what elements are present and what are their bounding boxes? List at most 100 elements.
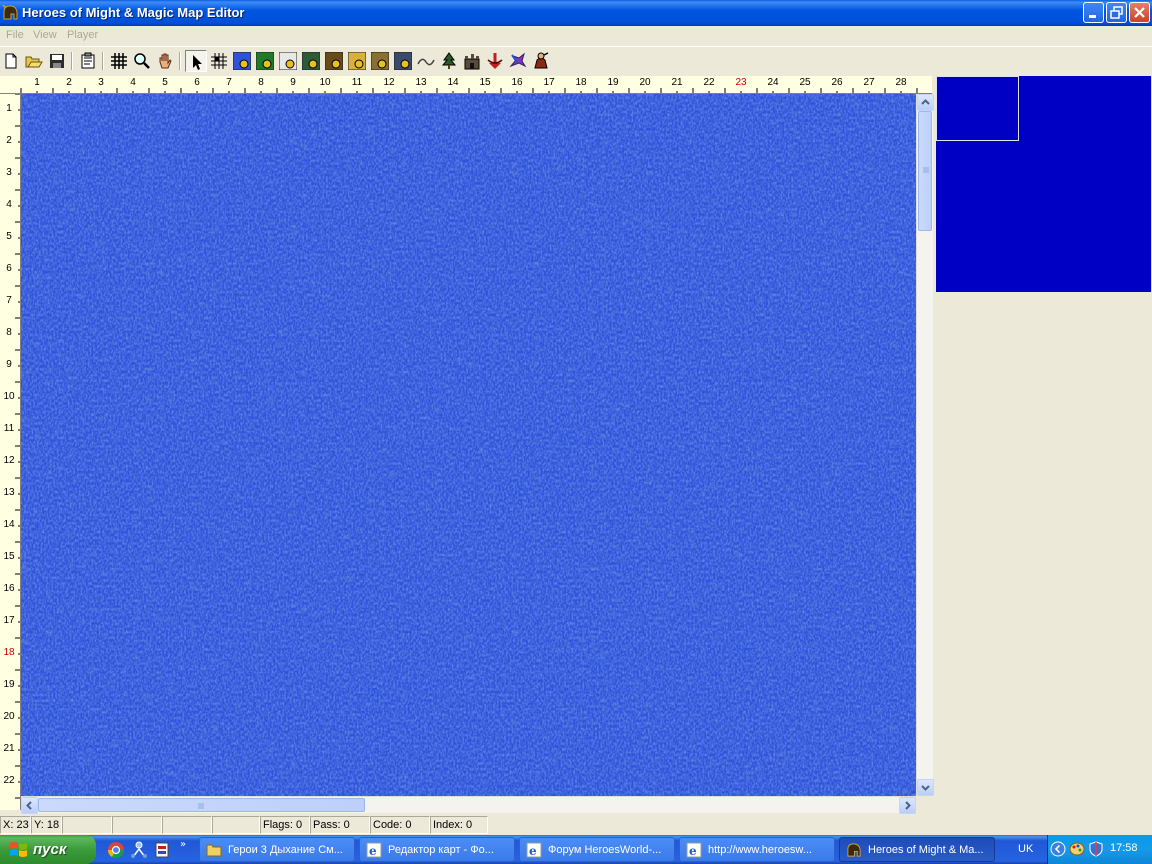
clock: 17:58 <box>1110 842 1138 854</box>
column-number: 9 <box>290 77 296 88</box>
folder-icon <box>206 844 222 857</box>
column-number: 12 <box>383 77 395 88</box>
chevron-right-icon <box>905 801 911 810</box>
column-number: 1 <box>34 77 40 88</box>
terrain-dirt-button[interactable] <box>323 50 345 72</box>
horizontal-scroll-thumb[interactable] <box>38 798 365 812</box>
menu-player[interactable]: Player <box>67 29 98 41</box>
row-ruler: 1 2 3 4 5 6 7 8 9 10 11 12 13 14 15 16 17 18 19 20 21 22 <box>0 94 21 810</box>
open-file-button[interactable] <box>23 50 45 72</box>
artifact-button[interactable] <box>484 50 506 72</box>
column-number: 20 <box>639 77 651 88</box>
vertical-scrollbar[interactable] <box>916 94 934 796</box>
grid-button[interactable] <box>108 50 130 72</box>
task-button-browser-2[interactable]: e Форум HeroesWorld-... <box>519 837 675 862</box>
quicklaunch-expand-icon[interactable]: » <box>180 839 186 850</box>
column-number: 3 <box>98 77 104 88</box>
status-pass: Pass: 0 <box>310 816 370 834</box>
passability-grid-button[interactable] <box>208 50 230 72</box>
dragon-icon <box>509 52 527 68</box>
row-number: 8 <box>6 327 12 338</box>
column-number: 25 <box>799 77 811 88</box>
column-number: 2 <box>66 77 72 88</box>
scroll-button[interactable] <box>154 50 176 72</box>
windows-logo-icon <box>10 842 27 857</box>
task-button-map-editor[interactable]: Heroes of Might & Ma... <box>839 837 995 862</box>
minimap-viewport[interactable] <box>936 76 1019 141</box>
helmet-icon <box>2 4 18 20</box>
chevron-down-icon <box>921 785 930 791</box>
close-button[interactable] <box>1129 2 1150 23</box>
minimap[interactable] <box>936 76 1151 292</box>
language-indicator[interactable]: UK <box>1018 843 1033 855</box>
column-number: 22 <box>703 77 715 88</box>
save-icon <box>50 54 64 68</box>
scroll-right-button[interactable] <box>899 797 916 814</box>
status-x: X: 23 <box>0 816 31 834</box>
start-button[interactable]: пуск <box>0 835 96 864</box>
magnifier-icon <box>134 53 150 69</box>
column-number: 15 <box>479 77 491 88</box>
row-number: 1 <box>6 103 12 114</box>
zoom-button[interactable] <box>131 50 153 72</box>
row-number: 4 <box>6 199 12 210</box>
restore-button[interactable] <box>1106 2 1127 23</box>
column-number: 26 <box>831 77 843 88</box>
window-title: Heroes of Might & Magic Map Editor <box>22 5 245 20</box>
row-number: 17 <box>3 615 15 626</box>
column-number: 27 <box>863 77 875 88</box>
castle-button[interactable] <box>461 50 483 72</box>
new-file-icon <box>5 53 17 69</box>
scroll-left-button[interactable] <box>21 797 38 814</box>
grid-icon <box>111 53 127 69</box>
row-number: 20 <box>3 711 15 722</box>
terrain-lava-button[interactable] <box>392 50 414 72</box>
minimize-button[interactable] <box>1083 2 1104 23</box>
svg-text:e: e <box>689 844 697 858</box>
menu-view[interactable]: View <box>33 29 57 41</box>
chevron-up-icon <box>921 99 930 105</box>
ie-icon: e <box>366 842 382 858</box>
properties-button[interactable] <box>77 50 99 72</box>
title-bar[interactable]: Heroes of Might & Magic Map Editor <box>0 0 1152 26</box>
new-file-button[interactable] <box>0 50 22 72</box>
terrain-swamp-button[interactable] <box>300 50 322 72</box>
status-empty <box>212 816 260 834</box>
scroll-up-button[interactable] <box>917 94 934 111</box>
install-icon[interactable] <box>153 841 171 859</box>
terrain-rough-button[interactable] <box>369 50 391 72</box>
task-button-browser-3[interactable]: e http://www.heroesw... <box>679 837 835 862</box>
terrain-lava-icon <box>394 52 412 70</box>
status-bar: X: 23 Y: 18 Flags: 0 Pass: 0 Code: 0 Ind… <box>0 815 1152 835</box>
terrain-water-button[interactable] <box>231 50 253 72</box>
menu-file[interactable]: File <box>6 29 24 41</box>
task-button-browser-1[interactable]: e Редактор карт - Фо... <box>359 837 515 862</box>
terrain-sand-button[interactable] <box>346 50 368 72</box>
row-number: 21 <box>3 743 15 754</box>
tree-button[interactable] <box>438 50 460 72</box>
row-number: 2 <box>6 135 12 146</box>
hand-icon <box>159 53 172 69</box>
tray-expand-icon[interactable] <box>1050 841 1066 857</box>
toolbar-separator <box>71 52 73 70</box>
vertical-scroll-thumb[interactable] <box>918 111 932 231</box>
network-icon[interactable] <box>130 841 148 859</box>
scroll-down-button[interactable] <box>917 779 934 796</box>
hero-button[interactable] <box>530 50 552 72</box>
select-button[interactable] <box>185 50 207 72</box>
road-button[interactable] <box>415 50 437 72</box>
row-number: 9 <box>6 359 12 370</box>
monster-button[interactable] <box>507 50 529 72</box>
palette-icon[interactable] <box>1069 841 1085 857</box>
map-canvas[interactable] <box>21 94 916 796</box>
horizontal-scrollbar[interactable] <box>21 796 916 814</box>
status-empty <box>62 816 112 834</box>
terrain-snow-button[interactable] <box>277 50 299 72</box>
security-shield-icon[interactable] <box>1088 841 1104 857</box>
terrain-grass-button[interactable] <box>254 50 276 72</box>
column-ruler: 1 2 3 4 5 6 7 8 9 10 11 12 13 14 15 16 17 18 19 20 21 22 23 24 2… <box>0 76 932 94</box>
task-button-folder[interactable]: Герои 3 Дыхание См... <box>199 837 355 862</box>
column-number: 16 <box>511 77 523 88</box>
save-file-button[interactable] <box>46 50 68 72</box>
chrome-icon[interactable] <box>107 841 125 859</box>
